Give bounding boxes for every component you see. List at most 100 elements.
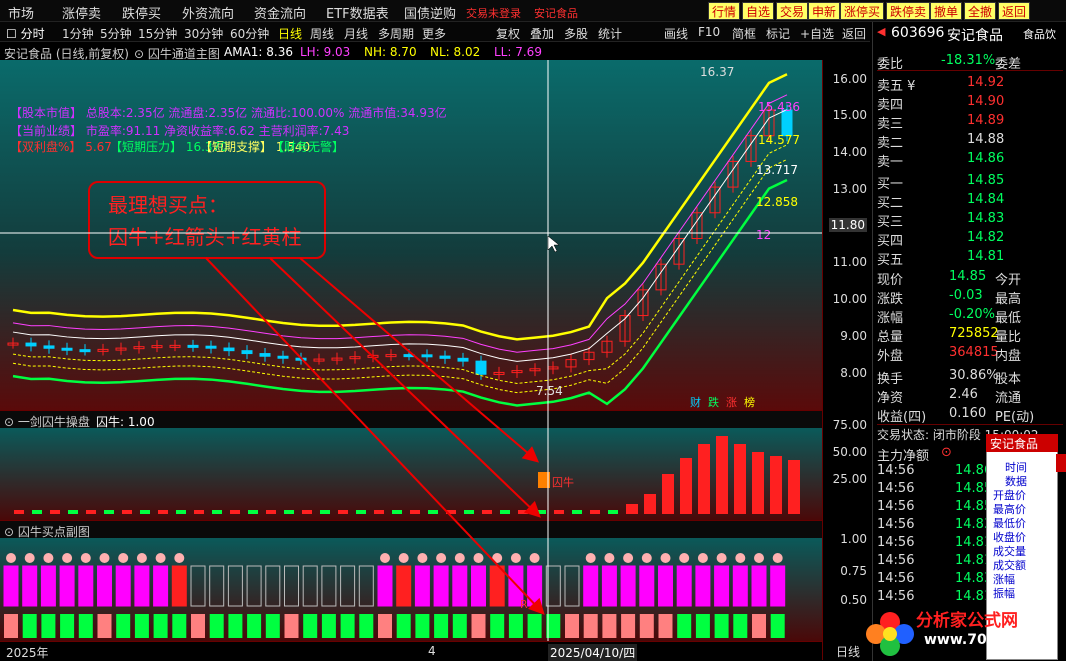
brand-name: 分析家公式网 (916, 611, 1018, 631)
action-stats[interactable]: 统计 (598, 25, 622, 42)
ask-label: 卖四 (877, 98, 904, 113)
sub1-bar (284, 510, 294, 514)
sub1-bar (536, 510, 546, 514)
sub2-dot (136, 553, 147, 563)
ask-price: 14.90 (967, 94, 1005, 109)
action-restore[interactable]: 复权 (496, 25, 520, 42)
period-weekly[interactable]: 周线 (310, 25, 334, 42)
sub2-dot (80, 553, 91, 563)
menu-etf[interactable]: ETF数据表 (326, 3, 389, 22)
action-multi-stock[interactable]: 多股 (564, 25, 588, 42)
sub2-bar (620, 565, 636, 607)
menu-foreign-flow[interactable]: 外资流向 (182, 3, 234, 22)
industry-tag[interactable]: 食品饮 (1023, 26, 1056, 42)
sub1-bar (86, 510, 96, 514)
brand-logo: 分析家公式网 www.70822.com (862, 602, 1060, 658)
sub1-bar (338, 510, 348, 514)
nh-value: NH: 8.70 (364, 45, 417, 59)
sub2-dot (492, 553, 503, 563)
menu-market[interactable]: 市场 (8, 3, 34, 22)
popup-tab[interactable] (1056, 454, 1066, 472)
sub1-bar (734, 444, 746, 514)
popup-title: 安记食品 (986, 434, 1058, 452)
tool-back[interactable]: 返回 (998, 2, 1031, 20)
action-simple-frame[interactable]: 简框 (732, 25, 756, 42)
tick-time: 14:56 (877, 517, 915, 532)
badge-up[interactable]: 涨 (726, 394, 737, 410)
stat-value: -0.03 (949, 288, 983, 303)
tool-apply[interactable]: 申新 (808, 2, 841, 20)
period-monthly[interactable]: 月线 (344, 25, 368, 42)
stat-label-2: 最低 (995, 311, 1022, 326)
sub1-bar (356, 510, 366, 514)
bid-row: 买一 14.85 (877, 172, 1063, 192)
candle (277, 355, 289, 359)
wb-label: 委比 (877, 57, 904, 72)
sub2-lower-bar (22, 614, 37, 638)
bid-price: 14.83 (967, 211, 1005, 226)
menu-fund-flow[interactable]: 资金流向 (254, 3, 306, 22)
sub2-bar (433, 565, 449, 607)
tool-limitdown-sell[interactable]: 跌停卖 (886, 2, 931, 20)
ask-label: 卖二 (877, 136, 904, 151)
bid-price: 14.85 (967, 173, 1005, 188)
tool-quote[interactable]: 行情 (708, 2, 741, 20)
action-overlay[interactable]: 叠加 (530, 25, 554, 42)
collapse-icon[interactable]: ◀ (877, 25, 885, 38)
sub1-bar (446, 510, 456, 514)
sub1-marker: 囚牛 (552, 476, 574, 489)
badge-finance[interactable]: 财 (690, 394, 701, 410)
login-status[interactable]: 交易未登录 (466, 5, 521, 21)
sub1-bar (770, 456, 782, 514)
tool-watchlist[interactable]: 自选 (742, 2, 775, 20)
candle (241, 350, 253, 355)
action-add-watch[interactable]: +自选 (800, 25, 834, 42)
sub2-dot (380, 553, 390, 563)
sub2-lower-bar (303, 614, 318, 638)
sub1-bar (32, 510, 42, 514)
action-draw[interactable]: 画线 (664, 25, 688, 42)
action-back[interactable]: 返回 (842, 25, 866, 42)
badge-rank[interactable]: 榜 (744, 394, 755, 410)
period-60min[interactable]: 60分钟 (230, 25, 269, 42)
tool-cancel-all[interactable]: 全撤 (964, 2, 997, 20)
sub2-chart[interactable] (0, 538, 822, 641)
period-daily[interactable]: 日线 (278, 25, 302, 42)
sub2-bar (377, 565, 393, 607)
stat-row: 总量 725852 量比 (877, 325, 1063, 345)
sub1-bar (500, 510, 510, 514)
period-multi[interactable]: 多周期 (378, 25, 414, 42)
menu-repo[interactable]: 国债逆购 (404, 3, 456, 22)
bid-label: 买四 (877, 234, 904, 249)
action-mark[interactable]: 标记 (766, 25, 790, 42)
action-f10[interactable]: F10 (698, 25, 720, 39)
period-5min[interactable]: 5分钟 (100, 25, 132, 42)
period-1min[interactable]: 1分钟 (62, 25, 94, 42)
tool-limitup-buy[interactable]: 涨停买 (840, 2, 885, 20)
menu-limitdown-buy[interactable]: 跌停买 (122, 3, 161, 22)
tool-cancel[interactable]: 撤单 (930, 2, 963, 20)
period-more[interactable]: 更多 (422, 25, 446, 42)
candle (457, 357, 469, 362)
tick-time: 14:56 (877, 553, 915, 568)
sub2-lower-bar (434, 614, 449, 638)
sub2-lower-bar (770, 614, 785, 638)
badge-down[interactable]: 跌 (708, 394, 719, 410)
sub1-chart[interactable] (0, 428, 822, 520)
sub2-lower-bar (4, 614, 18, 638)
tool-trade[interactable]: 交易 (776, 2, 809, 20)
menu-limitup-sell[interactable]: 涨停卖 (62, 3, 101, 22)
stat-label-2: 股本 (995, 372, 1022, 387)
sub2-dot (454, 553, 465, 563)
badge-row: 财 跌 涨 榜 (688, 394, 768, 410)
stat-label: 净资 (877, 391, 904, 406)
period-fenshi[interactable]: ☐ 分时 (6, 25, 45, 42)
period-15min[interactable]: 15分钟 (138, 25, 177, 42)
sub2-lower-bar (228, 614, 243, 638)
stat-label-2: 量比 (995, 330, 1022, 345)
menu-bar: 市场 涨停卖 跌停买 外资流向 资金流向 ETF数据表 国债逆购 交易未登录 安… (0, 0, 1066, 22)
period-30min[interactable]: 30分钟 (184, 25, 223, 42)
sub2-dot (529, 553, 540, 563)
bid-label: 买二 (877, 196, 904, 211)
sub2-lower-bar (677, 614, 692, 638)
